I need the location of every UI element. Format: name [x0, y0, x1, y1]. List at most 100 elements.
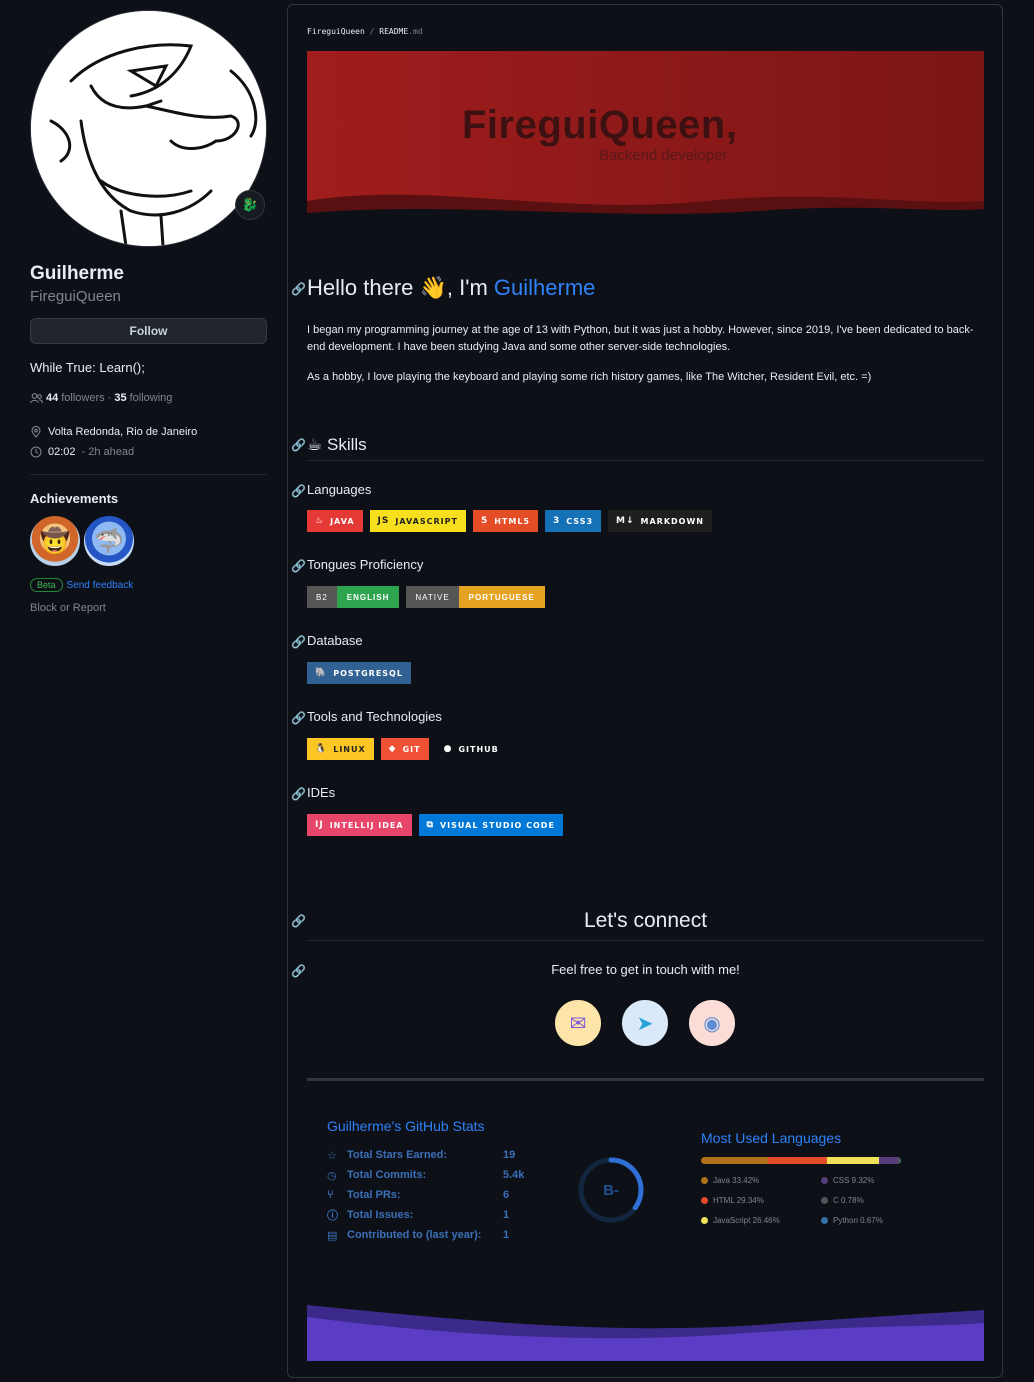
tool-badge[interactable]: 🐧 LINUX — [307, 738, 374, 760]
follow-button[interactable]: Follow — [30, 318, 267, 344]
time-offset: - 2h ahead — [81, 446, 135, 458]
achievement-badges: 🤠 🦈 — [30, 516, 267, 566]
stat-value: 6 — [503, 1189, 510, 1201]
language-dot — [701, 1177, 708, 1184]
ides-badges: IJ INTELLIJ IDEA ⧉ VISUAL STUDIO CODE — [307, 814, 563, 836]
divider-thick — [307, 1078, 984, 1081]
coffee-icon: ☕ — [307, 435, 323, 454]
database-badges: 🐘 POSTGRESQL — [307, 662, 411, 684]
languages-card-title: Most Used Languages — [701, 1130, 842, 1146]
database-badge-label: POSTGRESQL — [333, 668, 403, 678]
people-icon — [30, 392, 43, 403]
link-icon[interactable]: 🔗 — [291, 559, 306, 573]
language-badge[interactable]: ♨ JAVA — [307, 510, 363, 532]
language-legend-label: CSS 9.32% — [833, 1176, 875, 1185]
stat-label: Contributed to (last year): — [347, 1229, 482, 1241]
hello-prefix: Hello there — [307, 275, 414, 300]
intro-paragraph: I began my programming journey at the ag… — [307, 324, 974, 353]
stat-icon: ▤ — [327, 1229, 338, 1242]
stat-icon: ⓘ — [327, 1210, 338, 1222]
location-text: Volta Redonda, Rio de Janeiro — [48, 426, 198, 438]
language-legend-label: HTML 29.34% — [713, 1196, 764, 1205]
hello-heading: Hello there 👋, I'm Guilherme — [307, 275, 595, 301]
link-icon[interactable]: 🔗 — [291, 914, 306, 928]
ide-badge[interactable]: IJ INTELLIJ IDEA — [307, 814, 412, 836]
wave-emoji: 👋 — [419, 275, 447, 300]
following-label[interactable]: following — [130, 392, 173, 404]
languages-bar — [701, 1157, 901, 1164]
language-badge[interactable]: JS JAVASCRIPT — [369, 510, 466, 532]
separator: · — [107, 392, 112, 404]
social-links: ✉ ➤ ◉ — [553, 998, 737, 1048]
email-icon[interactable]: ✉ — [553, 998, 603, 1048]
hello-mid: , I'm — [446, 275, 488, 300]
followers-label[interactable]: followers — [61, 392, 104, 404]
stat-value: 5.4k — [503, 1169, 525, 1181]
followers-count[interactable]: 44 — [46, 392, 58, 404]
connect-heading: Let's connect — [583, 909, 708, 932]
stat-value: 19 — [503, 1149, 516, 1161]
language-icon: JS — [377, 516, 390, 526]
link-icon[interactable]: 🔗 — [291, 964, 306, 978]
ide-icon: ⧉ — [426, 820, 434, 830]
tool-badge[interactable]: ◆ GIT — [380, 738, 429, 760]
language-bar-segment — [767, 1157, 827, 1164]
link-icon[interactable]: 🔗 — [291, 635, 306, 649]
telegram-icon[interactable]: ➤ — [620, 998, 670, 1048]
language-badge[interactable]: M↓ MARKDOWN — [608, 510, 712, 532]
ide-badge[interactable]: ⧉ VISUAL STUDIO CODE — [418, 814, 563, 836]
link-icon[interactable]: 🔗 — [291, 282, 306, 296]
tool-badge[interactable]: ● GITHUB — [435, 738, 507, 760]
link-icon[interactable]: 🔗 — [291, 787, 306, 801]
ides-heading: IDEs — [307, 785, 336, 800]
avatar-wrap: 🐉 — [30, 10, 267, 247]
send-feedback-link[interactable]: Send feedback — [67, 580, 134, 591]
stat-icon: ⑂ — [327, 1189, 334, 1201]
language-dot — [821, 1197, 828, 1204]
stat-row: ⑂ Total PRs: 6 — [327, 1185, 557, 1205]
tongue-badge[interactable]: NATIVE PORTUGUESE — [406, 586, 545, 608]
stat-icon: ◷ — [327, 1169, 337, 1182]
language-icon: 3 — [553, 516, 561, 526]
stat-row: ☆ Total Stars Earned: 19 — [327, 1145, 557, 1165]
status-emoji[interactable]: 🐉 — [235, 190, 265, 220]
language-badge-label: CSS3 — [566, 516, 594, 526]
language-dot — [701, 1217, 708, 1224]
link-icon[interactable]: 🔗 — [291, 484, 306, 498]
breadcrumb-file[interactable]: README — [379, 27, 408, 36]
language-legend-label: JavaScript 26.46% — [713, 1216, 780, 1225]
tool-badge-label: LINUX — [333, 744, 366, 754]
language-badge[interactable]: 3 CSS3 — [545, 510, 602, 532]
stats-title: Guilherme's GitHub Stats — [327, 1118, 485, 1134]
language-badge[interactable]: 5 HTML5 — [472, 510, 538, 532]
language-legend-item: C 0.78% — [821, 1195, 941, 1206]
block-report-link[interactable]: Block or Report — [30, 602, 267, 614]
language-legend-label: Java 33.42% — [713, 1176, 760, 1185]
follow-stats: 44 followers · 35 following — [30, 392, 267, 404]
ide-badge-label: INTELLIJ IDEA — [329, 820, 404, 830]
database-icon: 🐘 — [315, 668, 328, 678]
database-badge[interactable]: 🐘 POSTGRESQL — [307, 662, 411, 684]
language-legend-item: Python 0.67% — [821, 1215, 941, 1226]
avatar[interactable] — [30, 10, 267, 247]
stats-list: ☆ Total Stars Earned: 19 ◷ Total Commits: 5.4… — [327, 1145, 557, 1245]
discord-icon[interactable]: ◉ — [687, 998, 737, 1048]
language-dot — [701, 1197, 708, 1204]
tool-icon: ● — [443, 744, 453, 754]
tool-icon: 🐧 — [315, 744, 328, 754]
stat-label: Total Issues: — [347, 1209, 414, 1221]
achievement-badge-yolo[interactable]: 🤠 — [30, 516, 80, 566]
stat-label: Total PRs: — [347, 1189, 401, 1201]
achievement-badge-pull-shark[interactable]: 🦈 — [84, 516, 134, 566]
ide-icon: IJ — [315, 820, 324, 830]
tools-badges: 🐧 LINUX ◆ GIT ● GITHUB — [307, 738, 507, 760]
language-legend-label: Python 0.67% — [833, 1216, 883, 1225]
hello-name: Guilherme — [493, 275, 596, 300]
link-icon[interactable]: 🔗 — [291, 711, 306, 725]
link-icon[interactable]: 🔗 — [291, 438, 306, 452]
following-count[interactable]: 35 — [114, 392, 126, 404]
tongue-badge[interactable]: B2 ENGLISH — [307, 586, 400, 608]
local-time: 02:02 — [48, 446, 76, 458]
breadcrumb-user[interactable]: FireguiQueen — [307, 27, 365, 36]
language-badge-label: JAVASCRIPT — [395, 516, 458, 526]
